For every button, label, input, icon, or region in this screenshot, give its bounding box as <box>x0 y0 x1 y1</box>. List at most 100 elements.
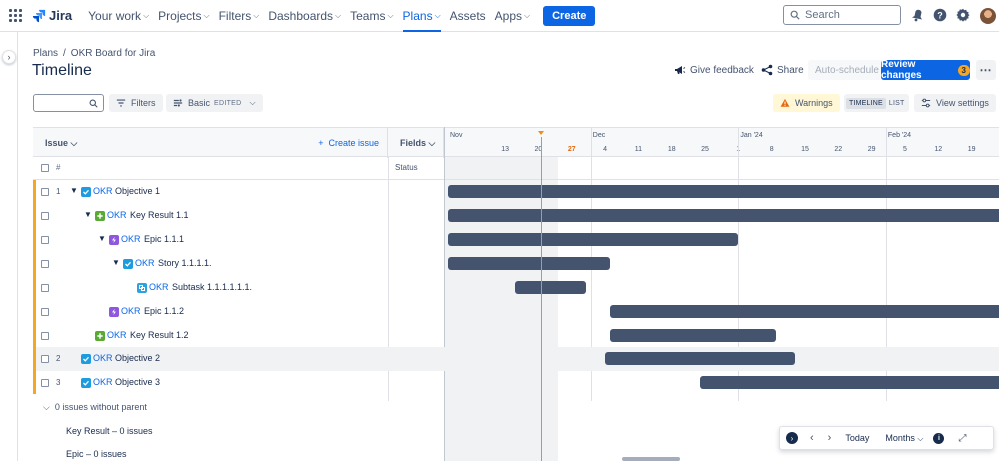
issue-key[interactable]: OKR <box>149 282 169 292</box>
review-changes-button[interactable]: Review changes 3 <box>881 59 970 81</box>
issues-without-parent-group[interactable]: ⌵ 0 issues without parent <box>43 402 147 413</box>
filters-button[interactable]: Filters <box>109 94 163 112</box>
horizontal-scrollbar[interactable] <box>622 457 680 461</box>
chevron-down-icon: ⌵ <box>524 10 531 20</box>
issue-key[interactable]: OKR <box>93 353 113 363</box>
chevron-left-icon: ‹ <box>810 432 814 444</box>
fullscreen-icon[interactable]: ⤢ <box>958 433 966 444</box>
day-label: 4 <box>603 146 608 153</box>
share-button[interactable]: Share <box>761 64 804 76</box>
app-switcher-icon[interactable] <box>9 8 23 23</box>
collapse-toggle[interactable]: ▼ <box>84 210 92 219</box>
scroll-left-button[interactable]: ‹ <box>810 432 814 444</box>
info-icon[interactable]: i <box>933 432 945 444</box>
breadcrumb-plans[interactable]: Plans <box>33 48 58 59</box>
issue-title[interactable]: Epic 1.1.2 <box>144 306 184 316</box>
schedule-bar[interactable] <box>448 233 739 246</box>
schedule-bar[interactable] <box>609 305 999 318</box>
chevron-down-icon: ▼ <box>112 258 120 267</box>
tab-list[interactable]: LIST <box>886 98 908 109</box>
collapse-toggle[interactable]: ▼ <box>70 186 78 195</box>
page-title: Timeline <box>32 62 92 79</box>
issue-key[interactable]: OKR <box>107 210 127 220</box>
row-checkbox[interactable] <box>41 236 49 244</box>
profile-button[interactable] <box>980 8 996 24</box>
chevron-down-icon: ⌵ <box>335 10 342 20</box>
schedule-bar[interactable] <box>448 257 610 270</box>
scroll-right-button[interactable]: › <box>828 432 832 444</box>
schedule-bar[interactable] <box>448 209 999 222</box>
breadcrumb-plan-name[interactable]: OKR Board for Jira <box>71 48 155 59</box>
issue-key[interactable]: OKR <box>107 330 127 340</box>
issue-title[interactable]: Epic 1.1.1 <box>144 234 184 244</box>
collapse-toggle[interactable]: ▼ <box>112 258 120 267</box>
share-label: Share <box>777 64 804 76</box>
issue-row-7[interactable]: OKR Key Result 1.2 <box>33 324 999 348</box>
warnings-button[interactable]: Warnings <box>773 94 840 112</box>
issue-title[interactable]: Objective 2 <box>115 353 160 363</box>
help-button[interactable]: ? <box>932 7 947 22</box>
epic-group[interactable]: Epic – 0 issues <box>66 449 127 459</box>
key-result-group[interactable]: Key Result – 0 issues <box>66 426 153 436</box>
jira-logo-icon <box>32 9 46 22</box>
issue-sort-button[interactable]: Issue ⌵ <box>45 138 77 149</box>
nav-assets[interactable]: Assets <box>450 0 486 32</box>
view-selector[interactable]: Basic EDITED ⌵ <box>166 94 263 112</box>
global-search-input[interactable]: Search <box>783 5 901 25</box>
issue-key[interactable]: OKR <box>93 377 113 387</box>
row-checkbox[interactable] <box>41 212 49 220</box>
schedule-bar[interactable] <box>514 281 587 294</box>
row-checkbox[interactable] <box>41 379 49 387</box>
view-edited-badge: EDITED <box>214 99 242 107</box>
row-checkbox[interactable] <box>41 188 49 196</box>
issue-title[interactable]: Objective 3 <box>115 377 160 387</box>
schedule-bar[interactable] <box>605 352 796 365</box>
more-actions-button[interactable]: ⋯ <box>976 60 996 80</box>
issue-title[interactable]: Key Result 1.2 <box>130 330 189 340</box>
row-checkbox[interactable] <box>41 355 49 363</box>
issue-key[interactable]: OKR <box>93 186 113 196</box>
nav-dashboards[interactable]: Dashboards ⌵ <box>268 0 341 32</box>
day-label: 22 <box>834 146 843 153</box>
give-feedback-button[interactable]: Give feedback <box>674 64 754 76</box>
issue-search-input[interactable] <box>33 94 104 112</box>
issue-title[interactable]: Subtask 1.1.1.1.1.1. <box>172 282 252 292</box>
notifications-button[interactable] <box>909 7 924 22</box>
collapse-toggle[interactable]: ▼ <box>98 234 106 243</box>
today-button[interactable]: Today <box>845 433 869 443</box>
svg-text:?: ? <box>937 10 943 20</box>
jump-to-button[interactable]: › <box>786 432 798 444</box>
issue-header-label: Issue <box>45 138 69 148</box>
schedule-bar[interactable] <box>448 185 999 198</box>
create-button[interactable]: Create <box>543 5 596 26</box>
nav-plans[interactable]: Plans ⌵ <box>402 0 441 32</box>
nav-teams[interactable]: Teams ⌵ <box>350 0 393 32</box>
nav-filters[interactable]: Filters ⌵ <box>219 0 260 32</box>
row-checkbox[interactable] <box>41 308 49 316</box>
schedule-bar[interactable] <box>609 329 777 342</box>
issue-title[interactable]: Objective 1 <box>115 186 160 196</box>
nav-projects[interactable]: Projects ⌵ <box>158 0 209 32</box>
expand-sidebar-button[interactable]: › <box>2 50 16 64</box>
schedule-bar[interactable] <box>700 376 999 389</box>
zoom-scale-select[interactable]: Months ⌵ <box>885 433 923 444</box>
create-issue-button[interactable]: + Create issue <box>318 138 379 148</box>
nav-your-work[interactable]: Your work ⌵ <box>88 0 149 32</box>
jira-logo[interactable]: Jira <box>32 8 72 23</box>
issue-key[interactable]: OKR <box>121 306 141 316</box>
row-checkbox[interactable] <box>41 332 49 340</box>
tab-timeline[interactable]: TIMELINE <box>846 97 886 109</box>
fields-column-header[interactable]: Fields ⌵ <box>388 128 444 158</box>
issue-key[interactable]: OKR <box>121 234 141 244</box>
issue-row-8[interactable]: 2 OKR Objective 2 <box>33 347 999 371</box>
row-checkbox[interactable] <box>41 284 49 292</box>
issue-title[interactable]: Key Result 1.1 <box>130 210 189 220</box>
auto-schedule-button[interactable]: Auto-schedule <box>808 60 886 80</box>
row-checkbox[interactable] <box>41 260 49 268</box>
settings-button[interactable] <box>955 7 970 22</box>
nav-apps[interactable]: Apps ⌵ <box>495 0 530 32</box>
issue-title[interactable]: Story 1.1.1.1. <box>158 258 212 268</box>
select-all-checkbox[interactable] <box>41 164 49 172</box>
issue-key[interactable]: OKR <box>135 258 155 268</box>
view-settings-button[interactable]: View settings <box>914 94 996 112</box>
